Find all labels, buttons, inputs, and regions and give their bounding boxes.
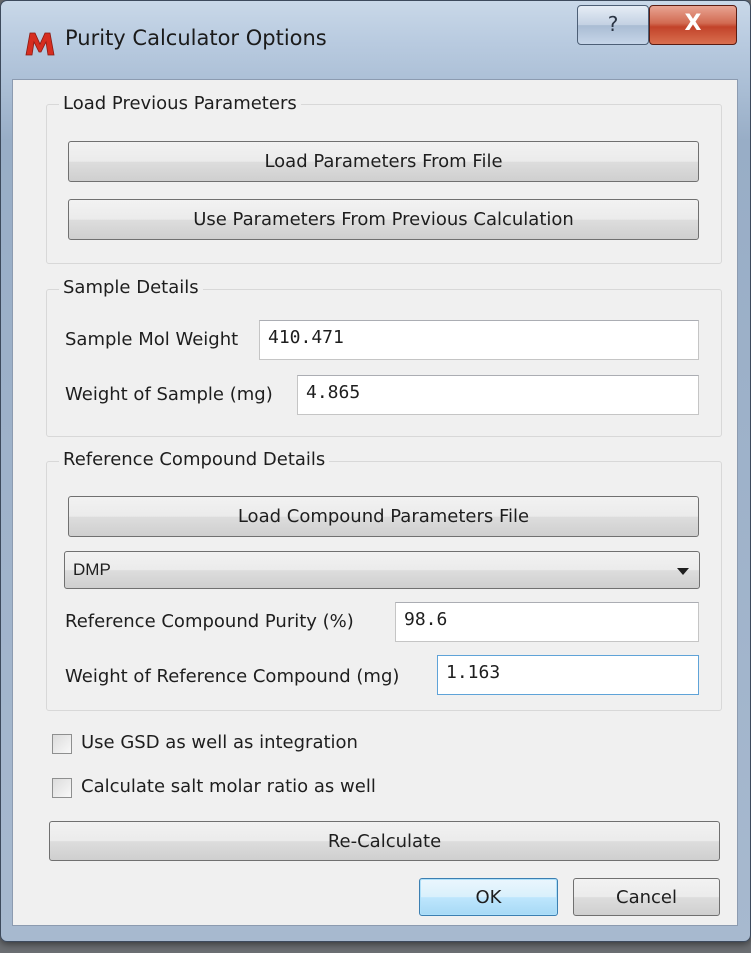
load-previous-group [46, 104, 722, 264]
help-button[interactable]: ? [577, 5, 649, 45]
ok-button[interactable]: OK [419, 878, 558, 916]
compound-select-value: DMP [73, 560, 111, 579]
help-icon: ? [607, 12, 619, 36]
sample-details-group-title: Sample Details [59, 277, 203, 298]
chevron-down-icon [677, 568, 689, 575]
load-compound-parameters-button[interactable]: Load Compound Parameters File [68, 496, 699, 537]
salt-ratio-label[interactable]: Calculate salt molar ratio as well [81, 776, 376, 797]
m-logo-icon [25, 32, 55, 56]
sample-weight-label: Weight of Sample (mg) [65, 384, 273, 405]
sample-mol-weight-input[interactable]: 410.471 [259, 320, 699, 360]
dialog-window: Purity Calculator Options ? X Load Previ… [0, 0, 751, 942]
title-bar[interactable]: Purity Calculator Options ? X [1, 1, 750, 79]
use-gsd-checkbox[interactable] [52, 734, 72, 754]
close-button[interactable]: X [649, 5, 737, 45]
window-title: Purity Calculator Options [65, 26, 327, 50]
salt-ratio-checkbox[interactable] [52, 778, 72, 798]
use-previous-parameters-button[interactable]: Use Parameters From Previous Calculation [68, 199, 699, 240]
recalculate-button[interactable]: Re-Calculate [49, 821, 720, 861]
reference-weight-label: Weight of Reference Compound (mg) [65, 666, 400, 687]
cancel-button[interactable]: Cancel [573, 878, 720, 916]
close-icon: X [684, 11, 702, 36]
sample-weight-input[interactable]: 4.865 [297, 375, 699, 415]
reference-weight-input[interactable]: 1.163 [437, 655, 699, 695]
reference-purity-input[interactable]: 98.6 [395, 602, 699, 642]
reference-compound-group-title: Reference Compound Details [59, 449, 330, 470]
sample-mol-weight-label: Sample Mol Weight [65, 329, 239, 350]
load-previous-group-title: Load Previous Parameters [59, 93, 301, 114]
reference-purity-label: Reference Compound Purity (%) [65, 611, 354, 632]
dialog-body: Load Previous Parameters Load Parameters… [12, 79, 738, 926]
compound-select[interactable]: DMP [64, 551, 700, 589]
use-gsd-label[interactable]: Use GSD as well as integration [81, 732, 358, 753]
load-parameters-file-button[interactable]: Load Parameters From File [68, 141, 699, 182]
